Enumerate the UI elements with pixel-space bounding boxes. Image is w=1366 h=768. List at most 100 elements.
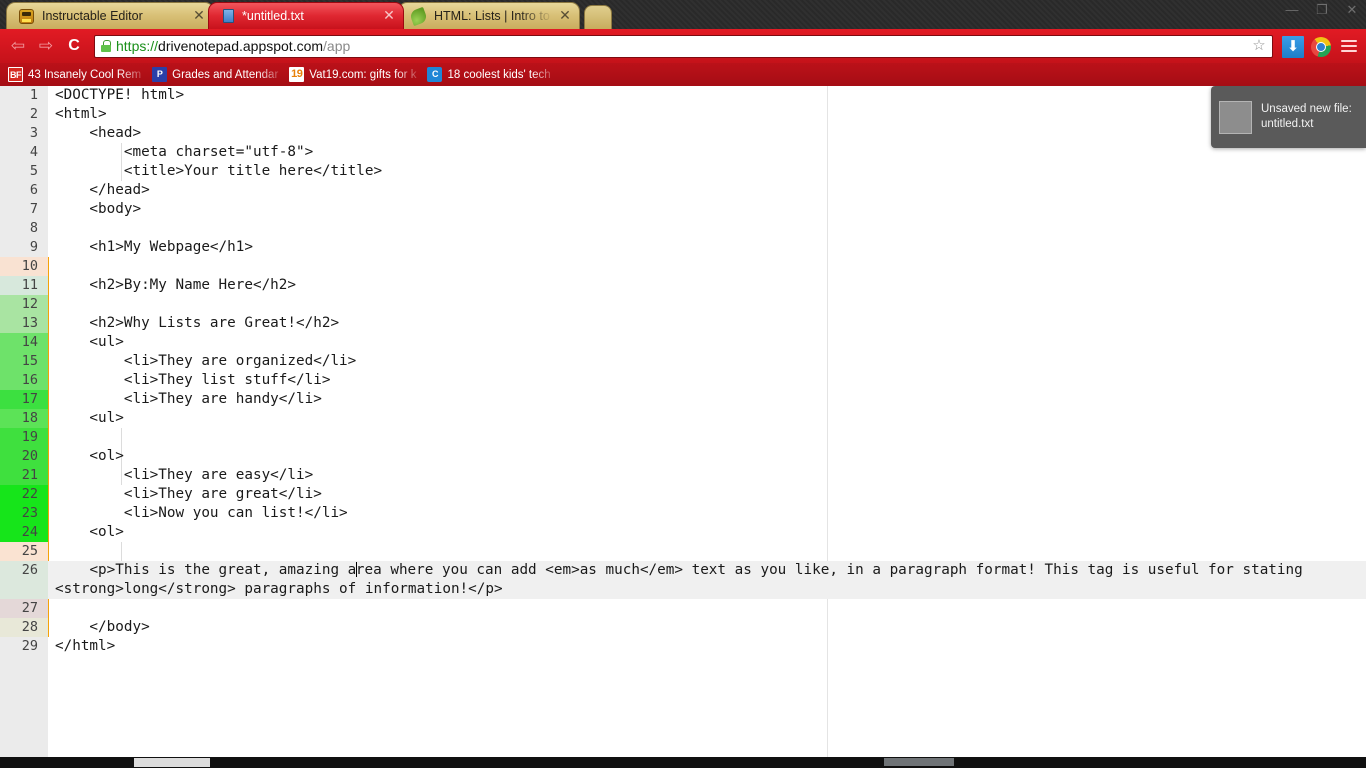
- code-line: <ol>: [55, 524, 124, 540]
- line-number: 7: [0, 200, 48, 219]
- back-icon[interactable]: ⇦: [6, 34, 30, 58]
- url-text: https://drivenotepad.appspot.com/app: [116, 38, 1250, 54]
- code-content[interactable]: <DOCTYPE! html> <html> <head> <meta chars…: [48, 86, 1366, 768]
- window-controls: — ❐ ✕: [1284, 3, 1360, 16]
- tab-untitled-txt[interactable]: *untitled.txt ✕: [208, 2, 404, 29]
- line-number: 4: [0, 143, 48, 162]
- bookmark-favicon: P: [152, 67, 168, 82]
- code-line: </html>: [55, 638, 116, 654]
- minimize-icon[interactable]: —: [1284, 3, 1300, 16]
- code-line: <h2>By:My Name Here</h2>: [55, 277, 297, 293]
- line-number: 3: [0, 124, 48, 143]
- new-tab-button[interactable]: [584, 5, 612, 29]
- close-icon[interactable]: ✕: [1344, 3, 1360, 16]
- line-number: 23: [0, 504, 48, 523]
- line-number: 26: [0, 561, 48, 599]
- code-line: <head>: [55, 125, 142, 141]
- document-icon: [223, 9, 234, 23]
- line-number: 11: [0, 276, 48, 295]
- chrome-icon[interactable]: [1311, 37, 1331, 57]
- line-number: 14: [0, 333, 48, 352]
- line-number: 25: [0, 542, 48, 561]
- address-bar[interactable]: https://drivenotepad.appspot.com/app ☆: [94, 34, 1273, 58]
- tab-title: Instructable Editor: [42, 9, 143, 23]
- line-number: 5: [0, 162, 48, 181]
- line-number: 20: [0, 447, 48, 466]
- line-number: 6: [0, 181, 48, 200]
- horizontal-scrollbar[interactable]: [0, 757, 1366, 768]
- code-line: <h2>Why Lists are Great!</h2>: [55, 315, 340, 331]
- line-number: 12: [0, 295, 48, 314]
- browser-window: Instructable Editor ✕ *untitled.txt ✕ HT…: [0, 0, 1366, 768]
- url-host: drivenotepad.appspot.com: [158, 38, 324, 54]
- url-path: /app: [323, 38, 351, 54]
- bookmark-favicon: BF: [8, 67, 23, 82]
- robot-icon: [19, 8, 34, 24]
- line-number: 19: [0, 428, 48, 447]
- code-line: <li>They are handy</li>: [55, 391, 322, 407]
- browser-toolbar: ⇦ ⇨ C https://drivenotepad.appspot.com/a…: [0, 29, 1366, 63]
- tab-title: *untitled.txt: [242, 9, 304, 23]
- toast-thumbnail-icon: [1219, 100, 1252, 134]
- hamburger-icon[interactable]: [1338, 34, 1360, 58]
- code-line: <li>They are easy</li>: [55, 467, 314, 483]
- code-line: </head>: [55, 182, 150, 198]
- code-line: <ul>: [55, 334, 124, 350]
- lock-icon: [101, 40, 111, 52]
- forward-icon[interactable]: ⇨: [34, 34, 58, 58]
- bookmark-label: Vat19.com: gifts for k: [309, 68, 417, 81]
- code-line: <li>Now you can list!</li>: [55, 505, 348, 521]
- maximize-icon[interactable]: ❐: [1314, 3, 1330, 16]
- code-line: <title>Your title here</title>: [55, 163, 383, 179]
- line-number-gutter: 1 2 3 4 5 6 7 8 9 10 11 12 13 14 15 16 17 18 19 20 21 22 23 24 2…: [0, 86, 48, 768]
- code-line: <li>They are great</li>: [55, 486, 322, 502]
- code-line: <h1>My Webpage</h1>: [55, 239, 253, 255]
- bookmark-item[interactable]: P Grades and Attendar: [150, 65, 285, 84]
- line-number: 9: [0, 238, 48, 257]
- line-number: 2: [0, 105, 48, 124]
- code-line: <body>: [55, 201, 142, 217]
- bookmark-favicon: C: [427, 67, 443, 82]
- line-number: 24: [0, 523, 48, 542]
- download-icon[interactable]: ⬇: [1282, 35, 1304, 58]
- code-line: <ul>: [55, 410, 124, 426]
- tab-close-icon[interactable]: ✕: [557, 8, 573, 24]
- code-line: <DOCTYPE! html>: [55, 87, 185, 103]
- bookmark-item[interactable]: C 18 coolest kids' tech: [425, 65, 557, 84]
- code-text-before-caret: <p>This is the great, amazing a: [55, 562, 357, 578]
- save-status-toast: Unsaved new file: untitled.txt: [1211, 86, 1366, 148]
- code-line: </body>: [55, 619, 150, 635]
- url-scheme: https://: [116, 38, 159, 54]
- line-number: 27: [0, 599, 48, 618]
- bookmark-label: 18 coolest kids' tech: [447, 68, 551, 81]
- code-line: <p>This is the great, amazing area where…: [48, 561, 1366, 599]
- bookmark-favicon: 19: [289, 67, 305, 82]
- line-number: 21: [0, 466, 48, 485]
- code-line: <meta charset="utf-8">: [55, 144, 314, 160]
- scrollbar-thumb-secondary[interactable]: [884, 758, 954, 766]
- code-line: <html>: [55, 106, 107, 122]
- line-number: 16: [0, 371, 48, 390]
- line-number: 15: [0, 352, 48, 371]
- tab-html-lists[interactable]: HTML: Lists | Intro to HT ✕: [398, 2, 580, 29]
- bookmark-item[interactable]: 19 Vat19.com: gifts for k: [287, 65, 423, 84]
- code-line: <li>They are organized</li>: [55, 353, 357, 369]
- bookmark-star-icon[interactable]: ☆: [1250, 37, 1268, 55]
- line-number: 10: [0, 257, 48, 276]
- line-number: 8: [0, 219, 48, 238]
- scrollbar-thumb[interactable]: [134, 758, 210, 767]
- text-editor[interactable]: 1 2 3 4 5 6 7 8 9 10 11 12 13 14 15 16 17 18 19 20 21 22 23 24 2…: [0, 86, 1366, 768]
- bookmark-item[interactable]: BF 43 Insanely Cool Rem: [6, 65, 148, 84]
- reload-icon[interactable]: C: [62, 34, 86, 58]
- tab-instructable-editor[interactable]: Instructable Editor ✕: [6, 2, 214, 29]
- code-line: <ol>: [55, 448, 124, 464]
- tab-close-icon[interactable]: ✕: [381, 8, 397, 24]
- tab-close-icon[interactable]: ✕: [191, 8, 207, 24]
- toast-line-2: untitled.txt: [1261, 118, 1314, 130]
- bookmark-label: 43 Insanely Cool Rem: [28, 68, 142, 81]
- toast-line-1: Unsaved new file:: [1261, 103, 1352, 115]
